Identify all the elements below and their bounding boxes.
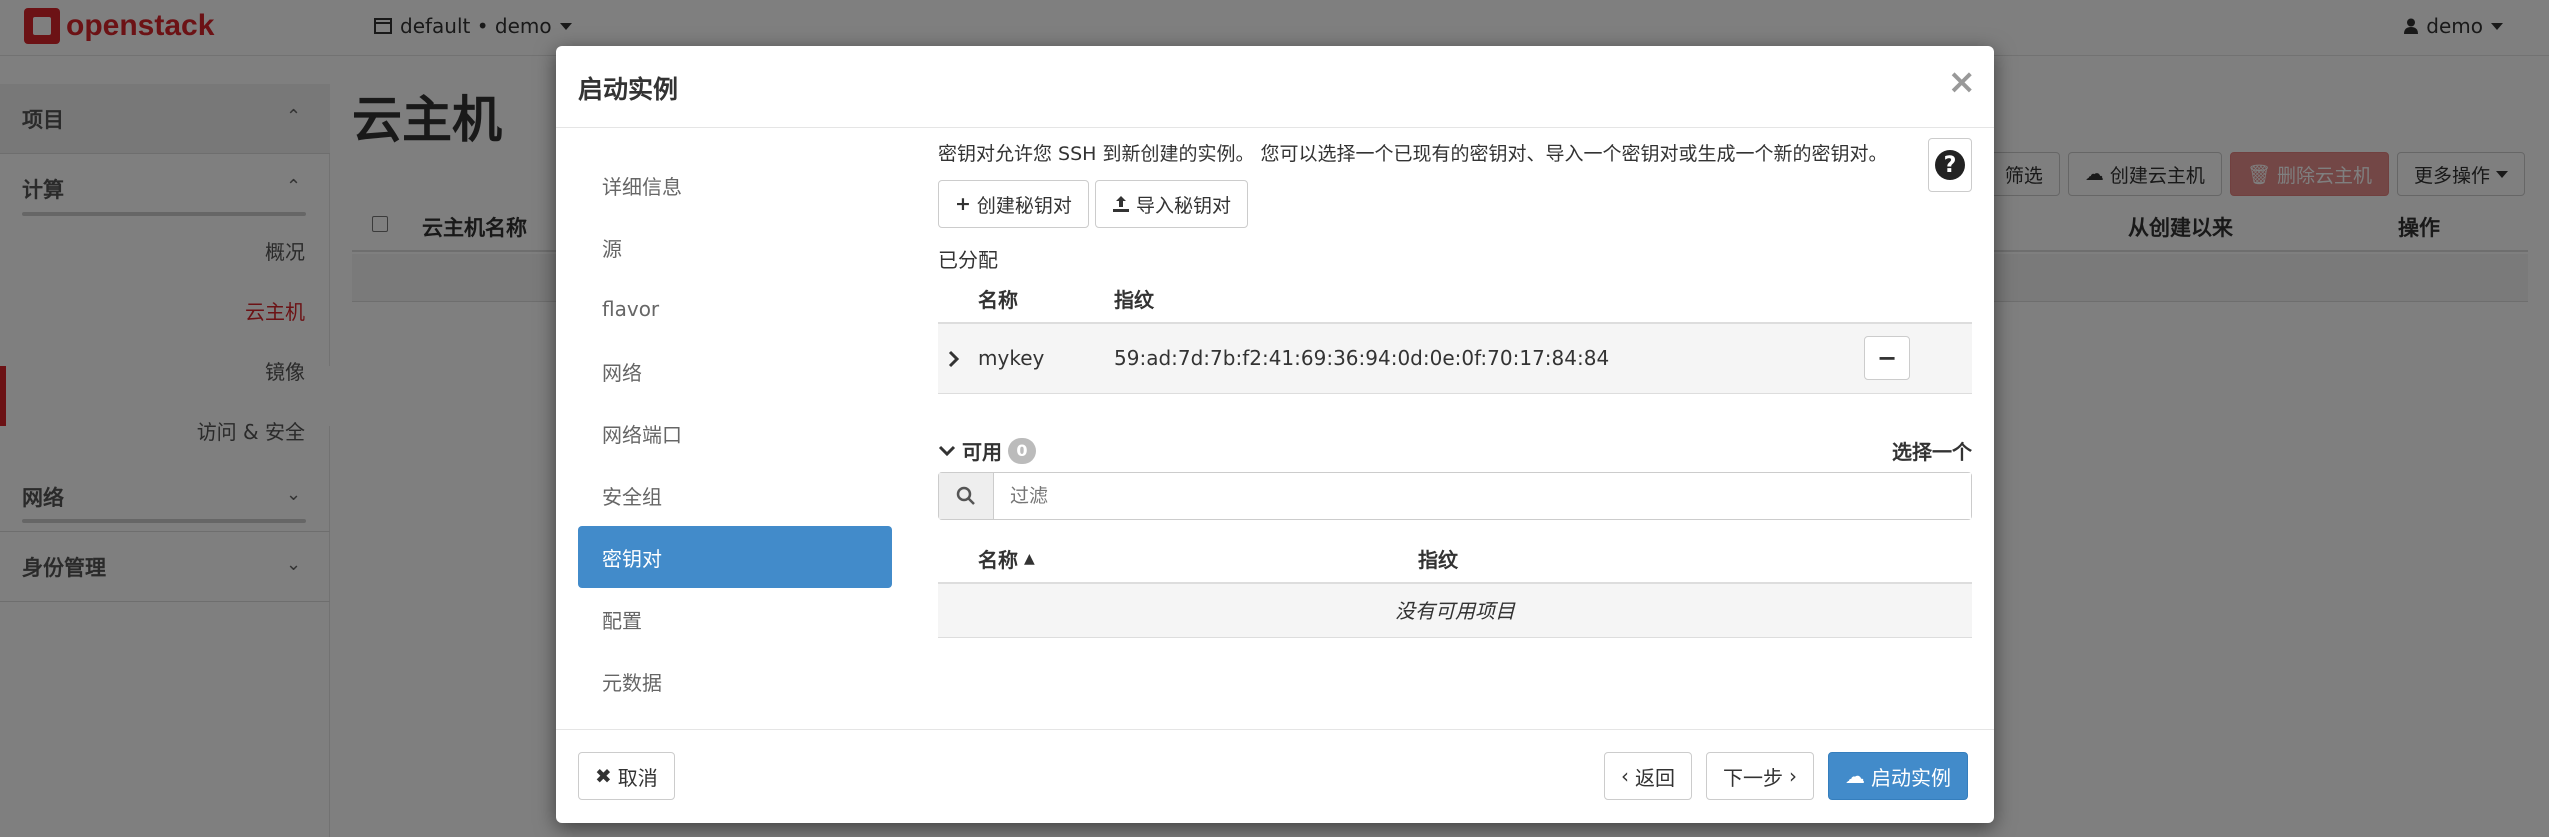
create-keypair-label: 创建秘钥对 [976, 194, 1072, 217]
available-count-badge: 0 [1008, 437, 1036, 464]
chevron-left-icon: ‹ [1621, 764, 1629, 788]
nav-metadata[interactable]: 元数据 [578, 650, 892, 712]
allocated-table-header: 名称 指纹 [938, 270, 1972, 324]
cancel-button[interactable]: ✖ 取消 [578, 752, 675, 800]
keypair-actions: + 创建秘钥对 导入秘钥对 [938, 180, 1972, 228]
allocated-col-fingerprint: 指纹 [1114, 288, 1154, 312]
minus-icon: − [1876, 344, 1898, 372]
wizard-nav: 详细信息 源 flavor 网络 网络端口 安全组 密钥对 配置 元数据 [578, 154, 892, 712]
import-keypair-label: 导入秘钥对 [1135, 194, 1231, 217]
deallocate-button[interactable]: − [1864, 336, 1910, 380]
allocated-label: 已分配 [938, 248, 998, 272]
table-row: mykey 59:ad:7d:7b:f2:41:69:36:94:0d:0e:0… [938, 324, 1972, 394]
available-col-fingerprint: 指纹 [1418, 548, 1458, 572]
modal-header: 启动实例 × [556, 46, 1994, 128]
upload-icon [1112, 196, 1129, 212]
chevron-right-icon[interactable] [948, 350, 960, 368]
next-label: 下一步 [1723, 765, 1783, 790]
filter-search [938, 472, 1972, 520]
chevron-right-icon: › [1789, 764, 1797, 788]
next-button[interactable]: 下一步 › [1706, 752, 1814, 800]
nav-configuration[interactable]: 配置 [578, 588, 892, 650]
close-icon: ✖ [595, 764, 612, 788]
nav-networks[interactable]: 网络 [578, 340, 892, 402]
back-label: 返回 [1635, 765, 1675, 790]
allocated-col-name: 名称 [978, 288, 1018, 312]
modal-title: 启动实例 [578, 75, 679, 104]
available-toggle[interactable]: 可用 0 [938, 436, 1036, 465]
available-col-name[interactable]: 名称 ▲ [978, 544, 1035, 573]
available-label: 可用 [962, 440, 1002, 464]
nav-security-groups[interactable]: 安全组 [578, 464, 892, 526]
keypair-name: mykey [978, 346, 1045, 370]
nav-source[interactable]: 源 [578, 216, 892, 278]
plus-icon: + [955, 193, 971, 215]
import-keypair-button[interactable]: 导入秘钥对 [1094, 180, 1248, 228]
create-keypair-button[interactable]: + 创建秘钥对 [938, 180, 1089, 228]
modal-footer: ✖ 取消 ‹ 返回 下一步 › ☁ 启动实例 [556, 729, 1994, 823]
launch-instance-label: 启动实例 [1871, 765, 1951, 790]
empty-state: 没有可用项目 [938, 584, 1972, 638]
cancel-label: 取消 [617, 765, 658, 790]
nav-network-ports[interactable]: 网络端口 [578, 402, 892, 464]
search-icon [939, 473, 994, 519]
keypair-step-content: 密钥对允许您 SSH 到新创建的实例。 您可以选择一个已现有的密钥对、导入一个密… [938, 142, 1972, 638]
available-table-header: 名称 ▲ 指纹 [938, 530, 1972, 584]
keypair-fingerprint: 59:ad:7d:7b:f2:41:69:36:94:0d:0e:0f:70:1… [1114, 346, 1610, 370]
launch-instance-button[interactable]: ☁ 启动实例 [1828, 752, 1968, 800]
sort-asc-icon: ▲ [1024, 550, 1035, 567]
filter-input[interactable] [994, 473, 1971, 519]
available-col-name-label: 名称 [978, 548, 1018, 572]
close-icon[interactable]: × [1948, 62, 1977, 102]
available-section-header: 可用 0 选择一个 [938, 428, 1972, 468]
select-one-label: 选择一个 [1892, 440, 1972, 464]
nav-details[interactable]: 详细信息 [578, 154, 892, 216]
launch-instance-modal: 启动实例 × 详细信息 源 flavor 网络 网络端口 安全组 密钥对 配置 … [556, 46, 1994, 823]
chevron-down-icon [938, 445, 956, 456]
step-description: 密钥对允许您 SSH 到新创建的实例。 您可以选择一个已现有的密钥对、导入一个密… [938, 143, 1888, 165]
cloud-upload-icon: ☁ [1845, 764, 1865, 788]
nav-key-pair[interactable]: 密钥对 [578, 526, 892, 588]
back-button[interactable]: ‹ 返回 [1604, 752, 1692, 800]
nav-flavor[interactable]: flavor [578, 278, 892, 340]
